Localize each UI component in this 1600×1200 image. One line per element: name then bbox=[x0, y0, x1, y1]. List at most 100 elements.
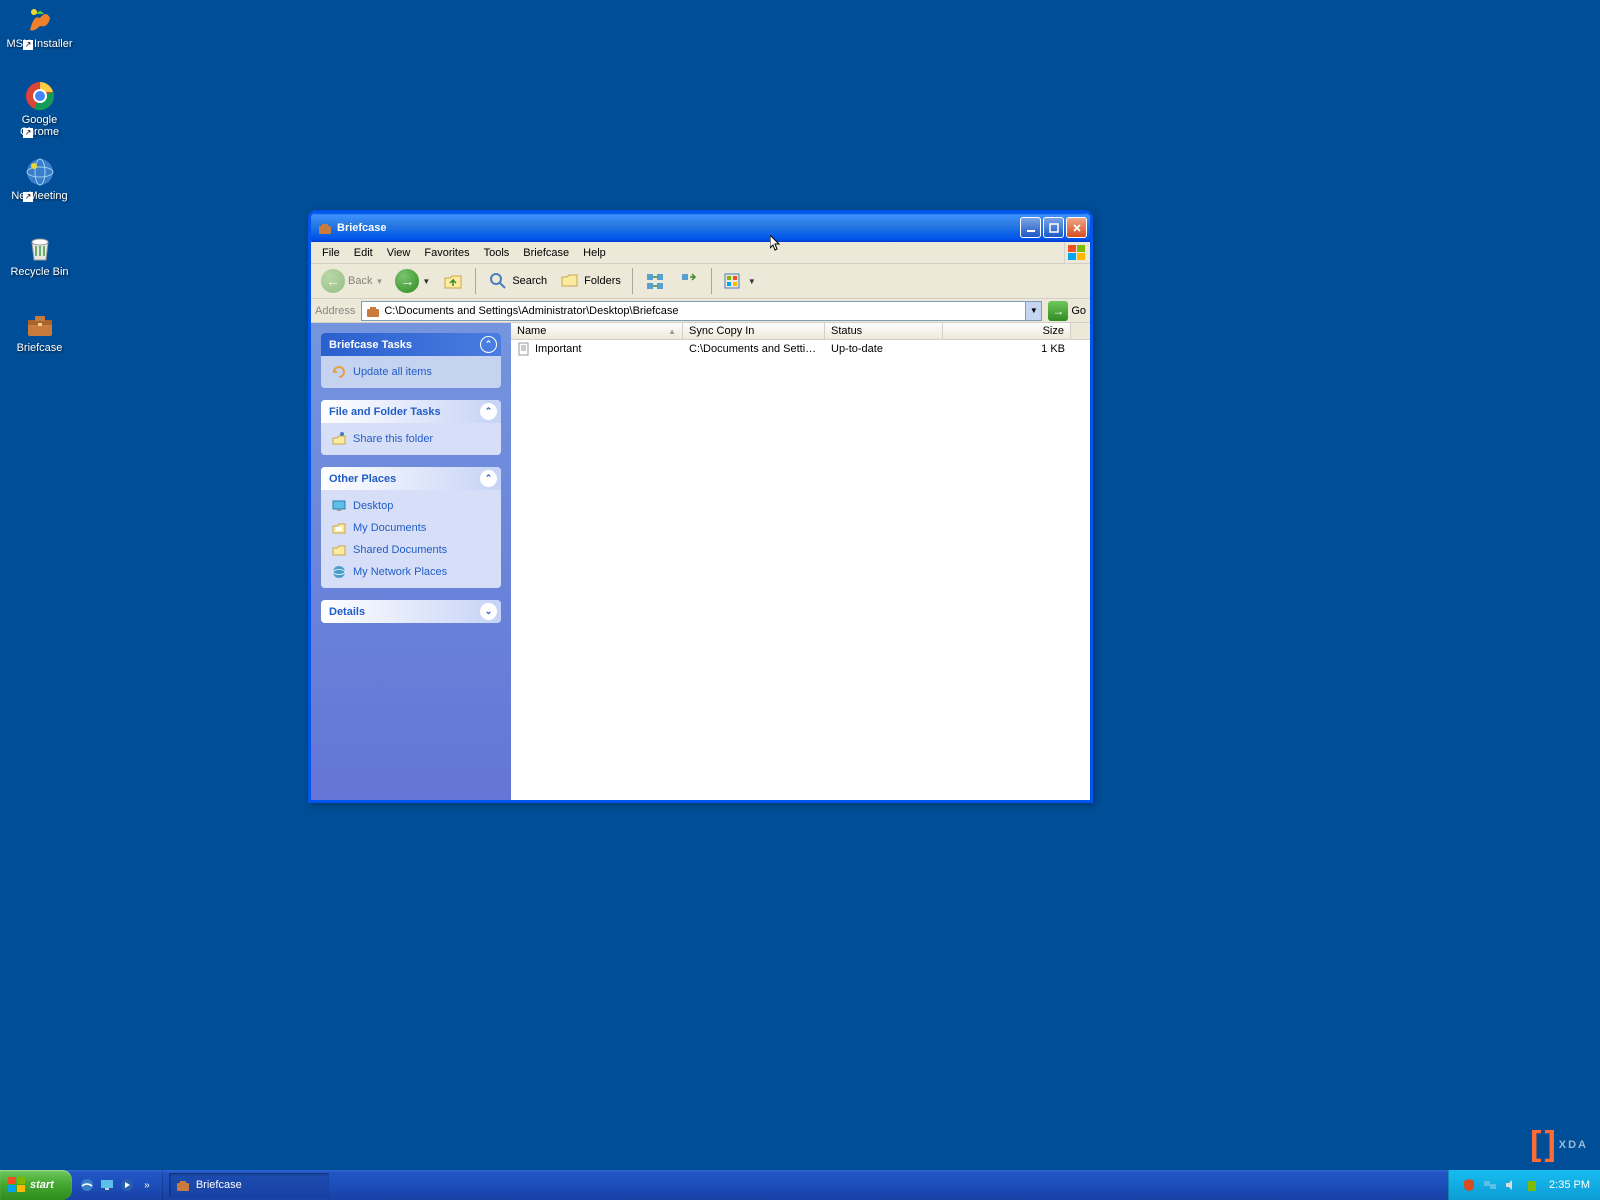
explorer-window: Briefcase File Edit View Favorites Tools… bbox=[308, 210, 1093, 803]
task-update-all[interactable]: Update all items bbox=[331, 364, 491, 380]
text-file-icon bbox=[517, 342, 531, 356]
briefcase-icon bbox=[24, 308, 56, 340]
desktop-icon-recycle-bin[interactable]: Recycle Bin bbox=[2, 232, 77, 278]
shortcut-arrow-icon: ↗ bbox=[23, 40, 33, 50]
search-button[interactable]: Search bbox=[483, 268, 551, 294]
system-tray: 2:35 PM bbox=[1448, 1170, 1600, 1200]
ie-icon[interactable] bbox=[78, 1176, 96, 1194]
place-my-documents[interactable]: My Documents bbox=[331, 520, 491, 536]
go-label: Go bbox=[1071, 305, 1086, 317]
netmeeting-icon bbox=[24, 156, 56, 188]
toolbar-divider bbox=[632, 268, 633, 294]
menubar: File Edit View Favorites Tools Briefcase… bbox=[311, 242, 1090, 264]
desktop-icon-briefcase[interactable]: Briefcase bbox=[2, 308, 77, 354]
tray-network-icon[interactable] bbox=[1482, 1177, 1498, 1193]
desktop-icon-msn-installer[interactable]: ↗ MSN Installer bbox=[2, 4, 77, 50]
chrome-icon bbox=[24, 80, 56, 112]
folders-button[interactable]: Folders bbox=[555, 268, 625, 294]
collapse-icon: ⌃ bbox=[480, 403, 497, 420]
start-button[interactable]: start bbox=[0, 1170, 72, 1200]
task-share-folder[interactable]: Share this folder bbox=[331, 431, 491, 447]
views-button[interactable]: ▼ bbox=[719, 268, 760, 294]
panel-header[interactable]: Details ⌄ bbox=[321, 600, 501, 623]
titlebar[interactable]: Briefcase bbox=[311, 213, 1090, 242]
start-label: start bbox=[30, 1179, 54, 1191]
column-sync[interactable]: Sync Copy In bbox=[683, 323, 825, 339]
address-dropdown[interactable]: ▼ bbox=[1025, 302, 1041, 320]
shortcut-arrow-icon: ↗ bbox=[23, 128, 33, 138]
taskbar-item-briefcase[interactable]: Briefcase bbox=[169, 1173, 329, 1197]
folder-up-icon bbox=[442, 270, 464, 292]
sync-item-button[interactable] bbox=[674, 268, 704, 294]
tray-volume-icon[interactable] bbox=[1503, 1177, 1519, 1193]
forward-arrow-icon: → bbox=[395, 269, 419, 293]
file-row[interactable]: Important C:\Documents and Settin... Up-… bbox=[511, 340, 1090, 357]
place-label: Shared Documents bbox=[353, 544, 447, 556]
toolbar: ← Back ▼ → ▼ Search Folders bbox=[311, 264, 1090, 299]
recycle-bin-icon bbox=[24, 232, 56, 264]
tray-security-icon[interactable] bbox=[1461, 1177, 1477, 1193]
panel-file-folder-tasks: File and Folder Tasks ⌃ Share this folde… bbox=[321, 400, 501, 455]
file-name: Important bbox=[535, 343, 581, 355]
forward-button[interactable]: → ▼ bbox=[391, 267, 434, 295]
collapse-icon: ⌃ bbox=[480, 336, 497, 353]
media-player-icon[interactable] bbox=[118, 1176, 136, 1194]
show-desktop-icon[interactable] bbox=[98, 1176, 116, 1194]
sync-item-icon bbox=[678, 270, 700, 292]
up-button[interactable] bbox=[438, 268, 468, 294]
menu-edit[interactable]: Edit bbox=[347, 245, 380, 261]
menu-favorites[interactable]: Favorites bbox=[417, 245, 476, 261]
place-label: Desktop bbox=[353, 500, 393, 512]
toolbar-divider bbox=[711, 268, 712, 294]
menu-file[interactable]: File bbox=[315, 245, 347, 261]
sync-icon bbox=[331, 364, 347, 380]
menu-tools[interactable]: Tools bbox=[477, 245, 517, 261]
panel-header[interactable]: File and Folder Tasks ⌃ bbox=[321, 400, 501, 423]
task-label: Update all items bbox=[353, 366, 432, 378]
panel-header[interactable]: Briefcase Tasks ⌃ bbox=[321, 333, 501, 356]
desktop-icon-netmeeting[interactable]: ↗ NetMeeting bbox=[2, 156, 77, 202]
place-network[interactable]: My Network Places bbox=[331, 564, 491, 580]
panel-briefcase-tasks: Briefcase Tasks ⌃ Update all items bbox=[321, 333, 501, 388]
briefcase-icon bbox=[365, 303, 381, 319]
file-rows[interactable]: Important C:\Documents and Settin... Up-… bbox=[511, 340, 1090, 800]
column-headers: Name▲ Sync Copy In Status Size bbox=[511, 323, 1090, 340]
go-button[interactable]: → Go bbox=[1048, 301, 1086, 321]
back-label: Back bbox=[348, 275, 372, 287]
taskbar: start » Briefcase 2:35 PM bbox=[0, 1170, 1600, 1200]
address-bar: Address C:\Documents and Settings\Admini… bbox=[311, 299, 1090, 323]
place-desktop[interactable]: Desktop bbox=[331, 498, 491, 514]
maximize-button[interactable] bbox=[1043, 217, 1064, 238]
column-status[interactable]: Status bbox=[825, 323, 943, 339]
column-name[interactable]: Name▲ bbox=[511, 323, 683, 339]
taskbar-item-label: Briefcase bbox=[196, 1179, 242, 1191]
place-label: My Documents bbox=[353, 522, 426, 534]
menu-help[interactable]: Help bbox=[576, 245, 613, 261]
close-button[interactable] bbox=[1066, 217, 1087, 238]
quick-launch: » bbox=[72, 1170, 163, 1200]
address-label: Address bbox=[315, 305, 355, 317]
tray-removable-icon[interactable] bbox=[1524, 1177, 1540, 1193]
place-shared-documents[interactable]: Shared Documents bbox=[331, 542, 491, 558]
shared-folder-icon bbox=[331, 542, 347, 558]
panel-header[interactable]: Other Places ⌃ bbox=[321, 467, 501, 490]
desktop-icon-chrome[interactable]: ↗ Google Chrome bbox=[2, 80, 77, 138]
views-icon bbox=[723, 270, 745, 292]
address-value: C:\Documents and Settings\Administrator\… bbox=[384, 305, 678, 317]
back-button[interactable]: ← Back ▼ bbox=[317, 267, 387, 295]
watermark-bracket-icon: ] bbox=[1544, 1125, 1557, 1164]
sync-button[interactable] bbox=[640, 268, 670, 294]
share-icon bbox=[331, 431, 347, 447]
toolbar-divider bbox=[475, 268, 476, 294]
address-field[interactable]: C:\Documents and Settings\Administrator\… bbox=[361, 301, 1042, 321]
file-size: 1 KB bbox=[943, 343, 1071, 355]
minimize-button[interactable] bbox=[1020, 217, 1041, 238]
dropdown-arrow-icon: ▼ bbox=[748, 277, 756, 286]
search-label: Search bbox=[512, 275, 547, 287]
quick-launch-expand[interactable]: » bbox=[138, 1176, 156, 1194]
column-size[interactable]: Size bbox=[943, 323, 1071, 339]
menu-view[interactable]: View bbox=[380, 245, 418, 261]
dropdown-arrow-icon: ▼ bbox=[422, 277, 430, 286]
clock[interactable]: 2:35 PM bbox=[1549, 1179, 1590, 1191]
menu-briefcase[interactable]: Briefcase bbox=[516, 245, 576, 261]
